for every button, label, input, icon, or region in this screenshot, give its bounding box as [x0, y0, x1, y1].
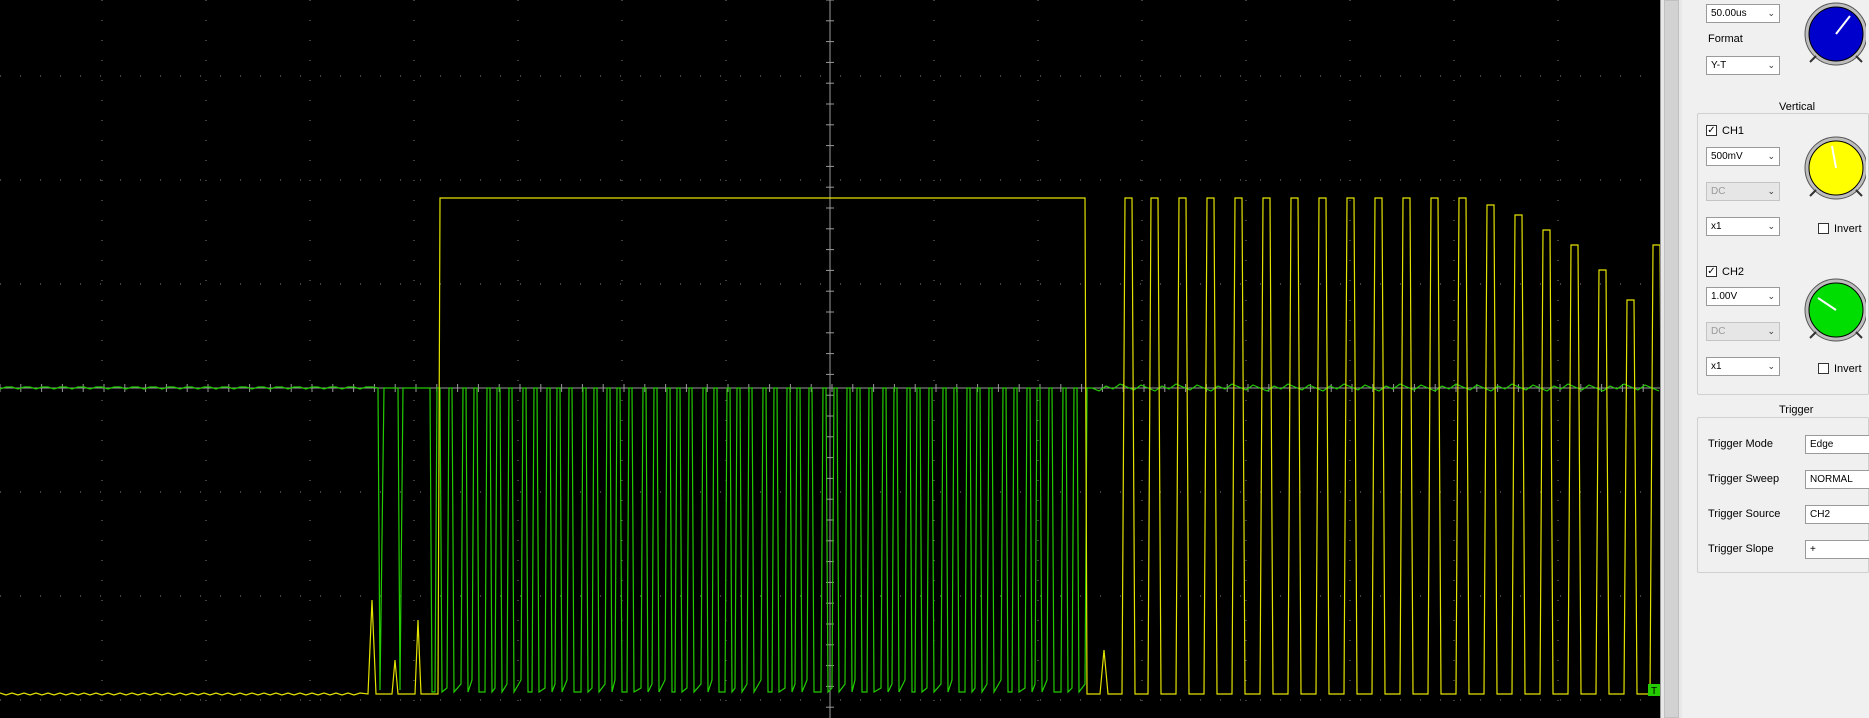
- trigger-row-label: Trigger Slope: [1708, 543, 1774, 555]
- ch1-volts-value: 500mV: [1711, 151, 1743, 162]
- trigger-row-value: +: [1810, 544, 1816, 555]
- ch2-label: CH2: [1722, 266, 1745, 278]
- trigger-marker-label: T: [1651, 686, 1657, 697]
- trigger-title: Trigger: [1776, 404, 1817, 416]
- ch1-volts-select[interactable]: 500mV ⌄: [1706, 147, 1780, 166]
- timebase-value: 50.00us: [1711, 8, 1747, 19]
- ch2-coupling-value: DC: [1711, 326, 1726, 337]
- trigger-row-select[interactable]: Edge: [1805, 435, 1869, 454]
- ch1-probe-select[interactable]: x1 ⌄: [1706, 217, 1780, 236]
- trigger-row-select[interactable]: +: [1805, 540, 1869, 559]
- trigger-row-label: Trigger Mode: [1708, 438, 1774, 450]
- ch1-invert-label: Invert: [1834, 223, 1862, 235]
- format-value: Y-T: [1711, 60, 1727, 71]
- format-label: Format: [1708, 33, 1743, 45]
- timebase-select[interactable]: 50.00us ⌄: [1706, 4, 1780, 23]
- chevron-down-icon: ⌄: [1767, 60, 1775, 70]
- ch1-invert-checkbox[interactable]: [1818, 223, 1829, 234]
- ch2-probe-select[interactable]: x1 ⌄: [1706, 357, 1780, 376]
- ch1-coupling-select: DC ⌄: [1706, 182, 1780, 201]
- ch1-coupling-value: DC: [1711, 186, 1726, 197]
- ch2-volts-select[interactable]: 1.00V ⌄: [1706, 287, 1780, 306]
- chevron-down-icon: ⌄: [1767, 8, 1775, 18]
- chevron-down-icon: ⌄: [1767, 186, 1775, 196]
- ch2-knob[interactable]: [1802, 276, 1866, 346]
- oscilloscope-screen[interactable]: T: [0, 0, 1660, 718]
- vertical-scrollbar[interactable]: [1660, 0, 1683, 718]
- vertical-title: Vertical: [1776, 101, 1819, 113]
- trigger-row-value: Edge: [1810, 439, 1834, 450]
- ch2-volts-value: 1.00V: [1711, 291, 1738, 302]
- ch2-probe-value: x1: [1711, 361, 1722, 372]
- trigger-row-label: Trigger Sweep: [1708, 473, 1780, 485]
- chevron-down-icon: ⌄: [1767, 221, 1775, 231]
- trigger-row-select[interactable]: NORMAL: [1805, 470, 1869, 489]
- ch1-checkbox[interactable]: ✓: [1706, 125, 1717, 136]
- format-select[interactable]: Y-T ⌄: [1706, 56, 1780, 75]
- scrollbar-thumb[interactable]: [1664, 0, 1679, 718]
- ch1-probe-value: x1: [1711, 221, 1722, 232]
- ch2-invert-checkbox[interactable]: [1818, 363, 1829, 374]
- ch1-label: CH1: [1722, 125, 1745, 137]
- waveform-display: T: [0, 0, 1660, 718]
- ch1-knob[interactable]: [1802, 134, 1866, 204]
- trigger-row-select[interactable]: CH2: [1805, 505, 1869, 524]
- ch2-coupling-select: DC ⌄: [1706, 322, 1780, 341]
- ch2-checkbox[interactable]: ✓: [1706, 266, 1717, 277]
- trigger-row-value: NORMAL: [1810, 474, 1853, 485]
- chevron-down-icon: ⌄: [1767, 361, 1775, 371]
- timebase-knob[interactable]: [1802, 0, 1866, 70]
- trigger-row-label: Trigger Source: [1708, 508, 1781, 520]
- chevron-down-icon: ⌄: [1767, 326, 1775, 336]
- chevron-down-icon: ⌄: [1767, 291, 1775, 301]
- trigger-row-value: CH2: [1810, 509, 1831, 520]
- ch2-invert-label: Invert: [1834, 363, 1862, 375]
- control-panel: 50.00us ⌄ Format Y-T ⌄ Vertical ✓ CH1 500m…: [1682, 0, 1869, 718]
- chevron-down-icon: ⌄: [1767, 151, 1775, 161]
